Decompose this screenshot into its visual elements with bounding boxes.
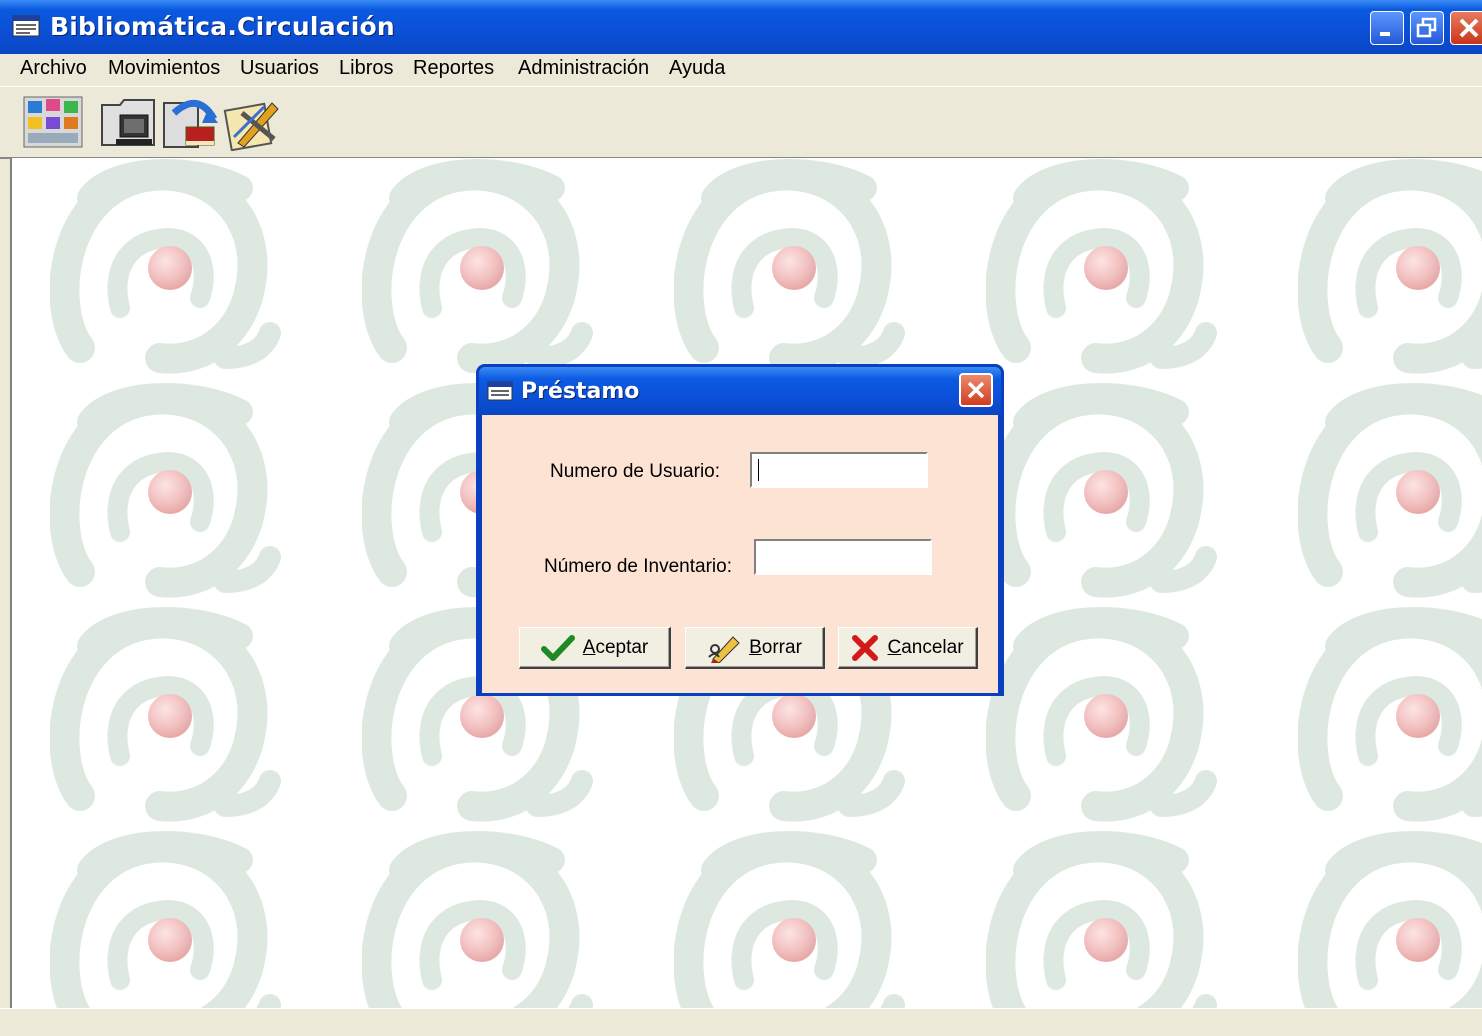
menu-archivo[interactable]: Archivo <box>20 57 87 80</box>
inventory-number-field[interactable] <box>754 539 932 575</box>
menu-reportes[interactable]: Reportes <box>413 57 494 80</box>
user-number-field[interactable] <box>750 452 928 488</box>
status-bar <box>0 1008 1482 1036</box>
dialog-body: Numero de Usuario: Número de Inventario:… <box>482 415 998 693</box>
inventory-number-label: Número de Inventario: <box>544 556 732 577</box>
clear-label: Borrar <box>749 636 802 658</box>
menu-usuarios[interactable]: Usuarios <box>240 57 319 80</box>
app-title-bar: Bibliomática.Circulación <box>0 0 1482 54</box>
accept-button[interactable]: Aceptar <box>519 627 671 669</box>
toolbar <box>0 86 1482 159</box>
menu-administracion[interactable]: Administración <box>518 57 649 80</box>
close-icon <box>1459 18 1479 38</box>
dialog-close-button[interactable] <box>959 373 993 407</box>
text-caret <box>758 459 759 481</box>
user-number-label: Numero de Usuario: <box>550 461 721 482</box>
book-return-icon[interactable] <box>160 93 222 151</box>
close-icon <box>967 381 985 399</box>
clear-button[interactable]: Borrar <box>685 627 825 669</box>
edit-tools-icon[interactable] <box>222 93 284 151</box>
menu-movimientos[interactable]: Movimientos <box>108 57 220 80</box>
close-window-button[interactable] <box>1450 11 1482 45</box>
restore-icon <box>1416 17 1437 38</box>
minimize-icon <box>1380 32 1390 36</box>
accept-label: Aceptar <box>582 636 649 658</box>
app-window-icon <box>12 15 40 37</box>
restore-button[interactable] <box>1410 11 1444 45</box>
menu-libros[interactable]: Libros <box>339 57 393 80</box>
cancel-label: Cancelar <box>887 636 964 658</box>
eraser-icon <box>708 635 740 663</box>
minimize-button[interactable] <box>1370 11 1404 45</box>
dialog-title-bar: Préstamo <box>479 367 1001 415</box>
computer-folder-icon[interactable] <box>98 93 160 151</box>
dialog-window-icon <box>487 381 513 401</box>
checkmark-icon <box>540 634 575 661</box>
menu-ayuda[interactable]: Ayuda <box>669 57 725 80</box>
cancel-button[interactable]: Cancelar <box>838 627 978 669</box>
modules-icon[interactable] <box>22 93 84 151</box>
app-title: Bibliomática.Circulación <box>50 12 395 41</box>
prestamo-dialog: Préstamo Numero de Usuario: Número de In… <box>476 364 1004 696</box>
menu-bar: Archivo Movimientos Usuarios Libros Repo… <box>0 54 1482 84</box>
dialog-title: Préstamo <box>521 379 640 404</box>
cancel-x-icon <box>852 634 879 661</box>
